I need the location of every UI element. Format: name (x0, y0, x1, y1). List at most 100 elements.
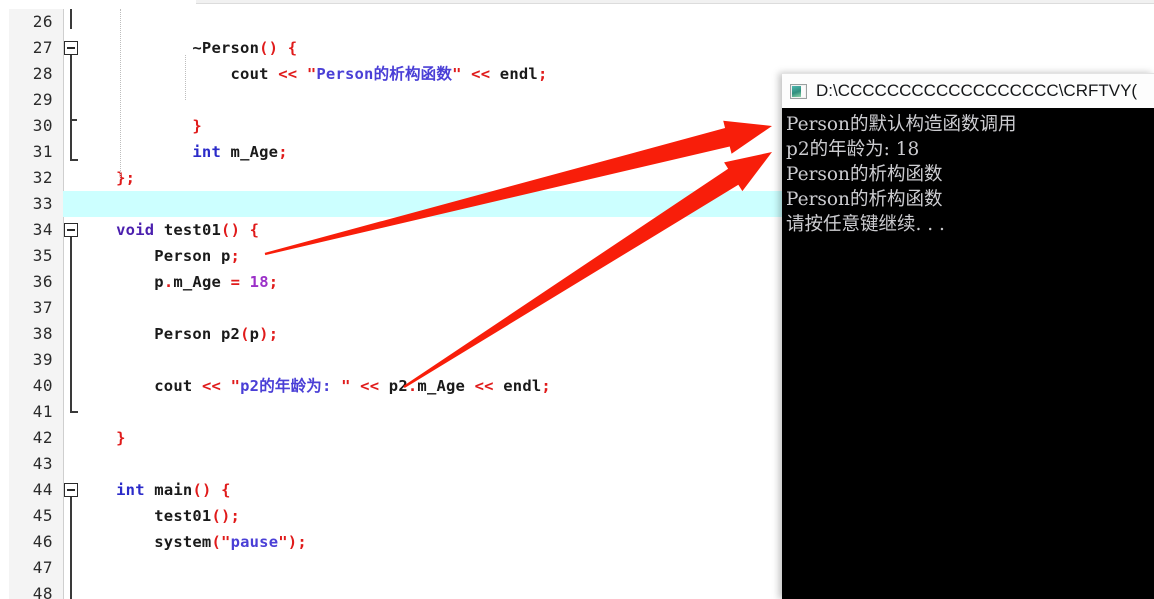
code-token: m_Age (173, 273, 222, 291)
code-token: p2的年龄为: (240, 377, 342, 395)
code-token: << (278, 65, 298, 83)
line-number: 37 (32, 298, 53, 317)
code-token: { (287, 39, 298, 57)
line-number: 31 (32, 142, 53, 161)
code-line[interactable]: 27 ~Person() { (0, 35, 1154, 61)
code-token: << (360, 377, 380, 395)
code-token: " (230, 377, 241, 395)
line-number: 41 (32, 402, 53, 421)
code-token: test01 (163, 221, 222, 239)
code-token: . (163, 273, 174, 291)
code-token: m_Age (417, 377, 466, 395)
code-text: ~Person() { (78, 35, 297, 61)
code-token: main (154, 481, 193, 499)
code-token: ( (211, 533, 222, 551)
code-token: { (249, 221, 260, 239)
code-token: } (192, 117, 202, 135)
code-token: . (407, 377, 418, 395)
code-token: ; (537, 65, 548, 83)
line-number: 35 (32, 246, 53, 265)
line-number: 34 (32, 220, 53, 239)
console-window-icon (790, 83, 807, 99)
code-text: Person p2(p); (78, 321, 278, 347)
code-token: p (154, 273, 164, 291)
console-title-text: D:\CCCCCCCCCCCCCCCCCC\CRFTVY( (816, 81, 1138, 100)
code-token: { (221, 481, 231, 499)
line-number: 40 (32, 376, 53, 395)
line-number: 45 (32, 506, 53, 525)
code-text: cout << "p2的年龄为: " << p2.m_Age << endl; (78, 373, 551, 399)
code-token: ; (268, 273, 279, 291)
code-token: void (116, 221, 155, 239)
code-token: endl (499, 65, 538, 83)
code-token: pause (230, 533, 279, 551)
code-text: system("pause"); (78, 529, 307, 555)
console-window[interactable]: D:\CCCCCCCCCCCCCCCCCC\CRFTVY( Person的默认构… (782, 73, 1154, 599)
code-token: () (192, 481, 212, 499)
code-token: Person p (154, 247, 231, 265)
editor-top-rule (196, 0, 1154, 4)
code-token: Person p2 (154, 325, 241, 343)
editor-top-strip (0, 0, 200, 9)
code-token: cout (154, 377, 193, 395)
code-token: << (471, 65, 491, 83)
console-output-area: Person的默认构造函数调用 p2的年龄为: 18 Person的析构函数 Pers… (782, 108, 1154, 237)
code-token: () (259, 39, 279, 57)
code-token: int (116, 481, 145, 499)
code-token: " (341, 377, 351, 395)
indent-guide-1 (120, 9, 121, 179)
console-output-line: Person的默认构造函数调用 (786, 114, 1017, 135)
code-token: ); (287, 533, 307, 551)
line-number: 33 (32, 194, 53, 213)
console-output-line: Person的析构函数 (786, 164, 943, 185)
code-text: int m_Age; (78, 139, 288, 165)
code-text: cout << "Person的析构函数" << endl; (78, 61, 548, 87)
line-number: 36 (32, 272, 53, 291)
line-number: 38 (32, 324, 53, 343)
code-token: " (221, 533, 231, 551)
code-token: endl (503, 377, 542, 395)
code-line[interactable]: 26 (0, 9, 1154, 35)
code-token: Person的析构函数 (316, 65, 453, 83)
code-token: () (221, 221, 241, 239)
code-token: p2 (388, 377, 408, 395)
code-text: Person p; (78, 243, 240, 269)
code-token: system (154, 533, 212, 551)
code-token: ~Person (192, 39, 260, 57)
line-number: 29 (32, 90, 53, 109)
code-token: ; (541, 377, 551, 395)
line-number: 42 (32, 428, 53, 447)
code-text: int main() { (78, 477, 231, 503)
code-token: ; (230, 247, 241, 265)
line-number: 27 (32, 38, 53, 57)
line-number: 30 (32, 116, 53, 135)
console-title-bar[interactable]: D:\CCCCCCCCCCCCCCCCCC\CRFTVY( (782, 73, 1154, 108)
console-output-line: Person的析构函数 (786, 189, 943, 210)
line-number: 32 (32, 168, 53, 187)
code-text: } (78, 425, 126, 451)
